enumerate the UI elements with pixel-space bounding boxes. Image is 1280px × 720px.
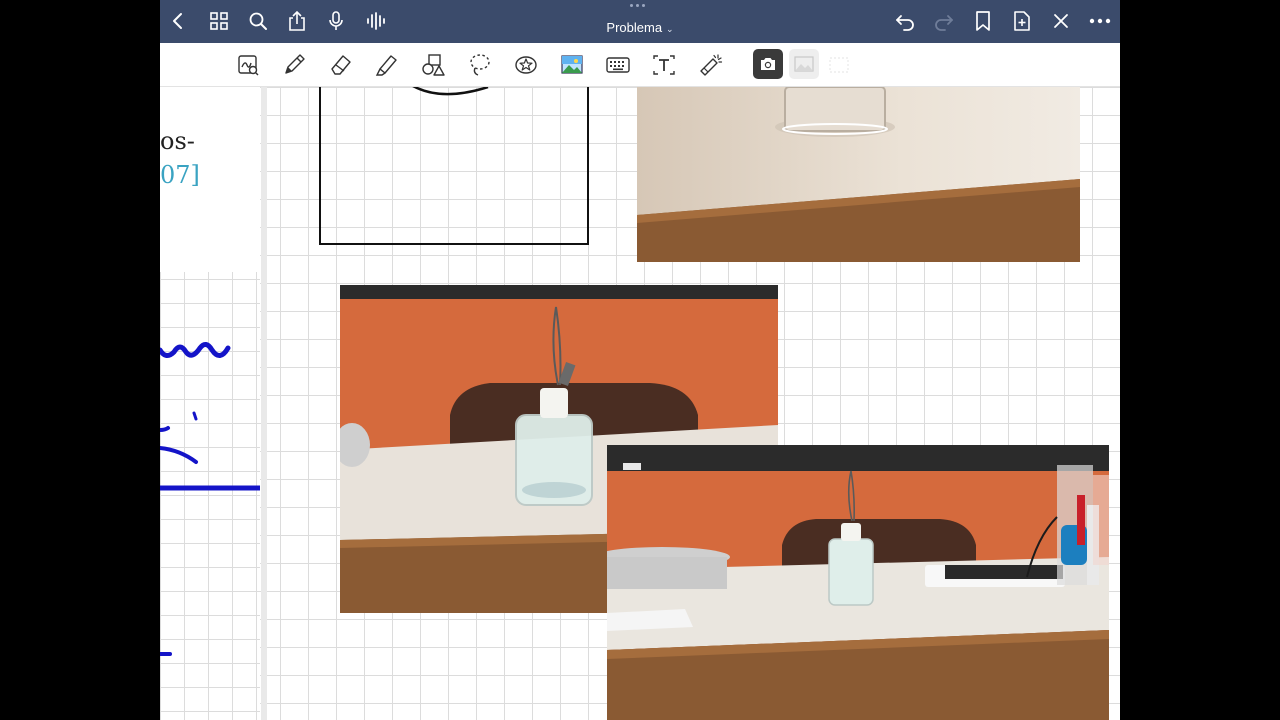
lab-photo-glass-closeup[interactable] — [637, 87, 1080, 262]
redo-icon[interactable] — [932, 9, 956, 33]
camera-tool-icon[interactable] — [753, 49, 783, 79]
text-tool-icon[interactable] — [651, 52, 677, 78]
notes-app: Problema ⌄ os- 07] — [160, 0, 1120, 720]
sticker-tool-icon[interactable] — [513, 52, 539, 78]
pen-tool-icon[interactable] — [281, 52, 307, 78]
highlighter-tool-icon[interactable] — [374, 52, 400, 78]
lasso-tool-icon[interactable] — [467, 52, 493, 78]
chevron-down-icon: ⌄ — [666, 24, 674, 34]
handwriting-strokes — [160, 342, 260, 656]
previous-page-strip: os- 07] — [160, 87, 260, 720]
keyboard-tool-icon[interactable] — [605, 52, 631, 78]
laser-pointer-tool-icon[interactable] — [698, 52, 724, 78]
bookmark-icon[interactable] — [971, 9, 995, 33]
close-icon[interactable] — [1049, 9, 1073, 33]
eraser-tool-icon[interactable] — [328, 52, 354, 78]
drawn-rectangle-sketch[interactable] — [318, 87, 592, 249]
shapes-tool-icon[interactable] — [420, 52, 446, 78]
drawing-toolbar — [160, 43, 1120, 87]
add-page-icon[interactable] — [1010, 9, 1034, 33]
top-navigation-bar: Problema ⌄ — [160, 0, 1120, 43]
undo-icon[interactable] — [893, 9, 917, 33]
multitasking-grip[interactable] — [630, 4, 645, 7]
document-title-text: Problema — [606, 20, 663, 35]
page-divider — [261, 87, 267, 720]
more-icon[interactable] — [1088, 9, 1112, 33]
image-select-tool-icon[interactable] — [789, 49, 819, 79]
image-tool-icon[interactable] — [559, 52, 585, 78]
overflow-tool-icon — [826, 52, 852, 78]
lab-photo-bench-overview[interactable] — [607, 445, 1109, 720]
note-canvas[interactable]: os- 07] — [160, 87, 1120, 720]
scan-text-tool-icon[interactable] — [235, 52, 261, 78]
